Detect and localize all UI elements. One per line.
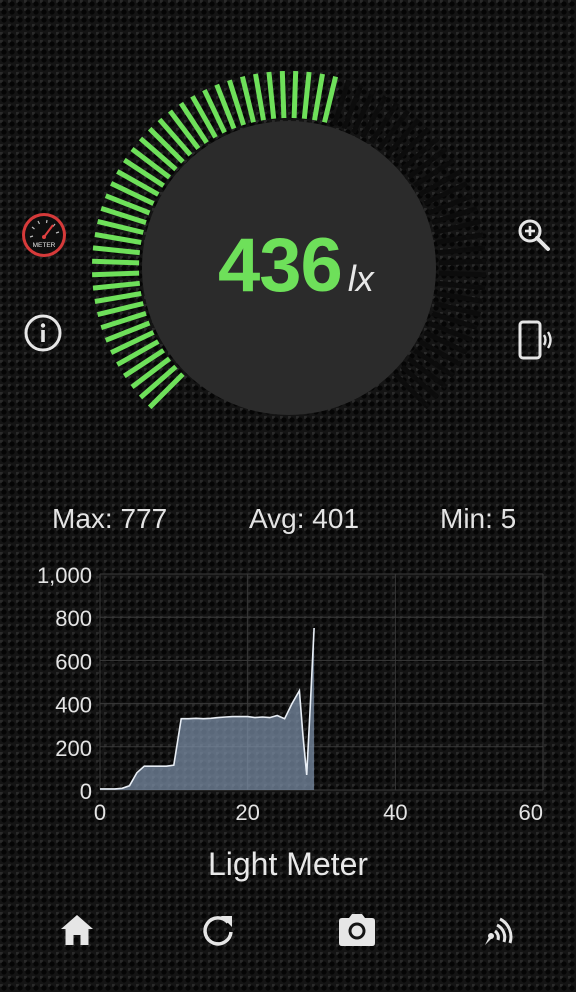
gauge-tick [377, 109, 410, 151]
gauge-tick [406, 356, 448, 389]
lux-history-chart: 0 200 400 600 800 1,000 0 20 40 60 [37, 563, 544, 825]
y-tick-label: 600 [55, 649, 92, 674]
gauge-tick [178, 101, 209, 144]
info-icon [24, 314, 62, 352]
lux-value: 436 [218, 223, 343, 308]
gauge-tick [437, 245, 486, 256]
zoom-in-icon [518, 219, 550, 251]
chart-grid [99, 573, 544, 791]
max-reading: Max: 777 [52, 503, 168, 534]
gauge-tick [369, 101, 400, 144]
gauge-tick [94, 291, 142, 304]
gauge-tick [97, 218, 144, 235]
gauge-tick [122, 157, 165, 188]
gauge-tick [147, 126, 185, 164]
gauge-tick [406, 147, 448, 180]
x-tick-label: 40 [383, 800, 407, 825]
meter-logo-text: METER [33, 242, 56, 249]
gauge-tick [97, 301, 144, 318]
gauge-tick [400, 136, 440, 172]
gauge-tick [438, 270, 486, 278]
home-icon [61, 915, 93, 945]
y-tick-label: 200 [55, 736, 92, 761]
min-reading: Min: 5 [440, 503, 517, 534]
vibrate-button[interactable] [510, 316, 560, 364]
gauge-tick [385, 117, 421, 157]
gauge-tick [92, 258, 140, 266]
gauge-tick [122, 348, 165, 379]
refresh-button[interactable] [194, 906, 242, 954]
gauge-tick [436, 291, 484, 304]
gauge-tick [92, 270, 140, 278]
gauge-tick [253, 73, 266, 121]
gauge-tick [413, 348, 456, 379]
gauge-tick [438, 258, 486, 266]
camera-icon [339, 914, 375, 946]
zoom-in-button[interactable] [512, 213, 556, 257]
signal-icon [485, 917, 513, 945]
chart-series [100, 627, 315, 790]
gauge-tick [434, 301, 481, 318]
avg-reading: Avg: 401 [249, 503, 360, 534]
gauge-tick [413, 157, 456, 188]
gauge-tick [266, 71, 277, 120]
refresh-icon [203, 916, 233, 946]
gauge-tick [436, 232, 484, 245]
gauge-tick [279, 71, 287, 119]
gauge-tick [239, 76, 256, 123]
y-tick-label: 800 [55, 606, 92, 631]
lux-unit: lx [347, 258, 374, 299]
gauge-tick [312, 73, 325, 121]
gauge-tick [301, 71, 312, 120]
x-tick-label: 20 [235, 800, 259, 825]
meter-logo-button[interactable]: METER [20, 211, 68, 259]
gauge-tick [130, 356, 172, 389]
gauge-tick [400, 364, 440, 400]
gauge-tick [157, 117, 193, 157]
lux-reading: 436 lx [218, 222, 418, 312]
y-tick-label: 0 [80, 779, 92, 804]
gauge-tick [138, 364, 178, 400]
signal-button[interactable] [474, 906, 522, 954]
gauge-tick [393, 372, 431, 410]
info-button[interactable] [20, 310, 66, 356]
gauge-tick [168, 109, 201, 151]
y-tick-label: 400 [55, 693, 92, 718]
gauge-tick [92, 245, 141, 256]
home-button[interactable] [53, 906, 101, 954]
x-tick-label: 60 [519, 800, 543, 825]
gauge-tick [291, 71, 299, 119]
gauge-tick [138, 136, 178, 172]
app-title: Light Meter [207, 846, 369, 882]
meter-logo-icon: METER [22, 213, 66, 257]
gauge-tick [130, 147, 172, 180]
gauge-tick [92, 280, 141, 291]
y-tick-label: 1,000 [37, 563, 92, 588]
x-tick-label: 0 [94, 800, 106, 825]
phone-vibrate-icon [518, 320, 552, 360]
gauge-tick [437, 280, 486, 291]
gauge-tick [393, 126, 431, 164]
gauge-tick [434, 218, 481, 235]
gauge-tick [94, 232, 142, 245]
gauge-tick [147, 372, 185, 410]
camera-button[interactable] [333, 906, 381, 954]
series-area [100, 628, 315, 790]
gauge-tick [322, 76, 339, 123]
